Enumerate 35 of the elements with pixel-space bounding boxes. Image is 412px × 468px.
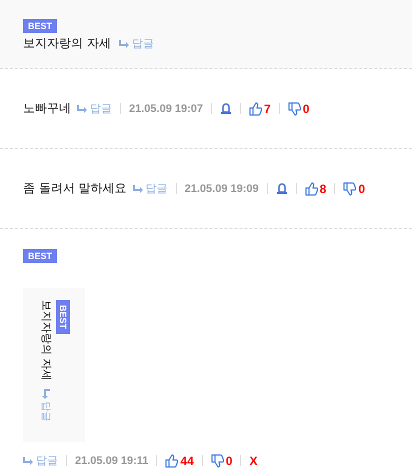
comment-text: 좀 돌려서 말하세요 bbox=[23, 180, 127, 197]
best-badge: BEST bbox=[23, 249, 58, 263]
comment-text: 보지자랑의 자세 bbox=[39, 300, 54, 380]
thumbs-down-icon[interactable] bbox=[210, 454, 224, 468]
delete-button[interactable]: X bbox=[249, 454, 258, 468]
reply-link[interactable]: 답글 bbox=[118, 36, 154, 51]
bell-icon[interactable] bbox=[276, 182, 288, 194]
reply-arrow-icon bbox=[77, 104, 88, 112]
reply-arrow-icon bbox=[23, 456, 34, 464]
best-badge: BEST bbox=[23, 19, 58, 33]
comment-text: 보지자랑의 자세 bbox=[23, 35, 111, 52]
like-count: 44 bbox=[180, 454, 194, 468]
dislike-count: 0 bbox=[226, 454, 232, 468]
comment-text: 노빠꾸네 bbox=[23, 100, 71, 117]
like-count: 7 bbox=[264, 102, 271, 116]
thumbs-up-icon[interactable] bbox=[304, 182, 318, 196]
bell-icon[interactable] bbox=[220, 102, 232, 114]
comment-date: 21.05.09 19:09 bbox=[184, 182, 259, 194]
reply-arrow-icon bbox=[132, 184, 144, 192]
reply-link[interactable]: 답글 bbox=[40, 388, 54, 422]
comment-date: 21.05.09 19:07 bbox=[129, 102, 204, 114]
thumbs-down-icon[interactable] bbox=[288, 102, 301, 116]
thumbs-down-icon[interactable] bbox=[343, 182, 356, 196]
thumbs-up-icon[interactable] bbox=[249, 102, 262, 116]
reply-link[interactable]: 답글 bbox=[77, 101, 112, 116]
best-badge: BEST bbox=[56, 300, 70, 334]
reply-arrow-icon bbox=[42, 388, 50, 400]
dislike-count: 0 bbox=[358, 182, 366, 196]
reply-link[interactable]: 답글 bbox=[23, 453, 58, 468]
reply-link[interactable]: 답글 bbox=[132, 181, 168, 196]
like-count: 8 bbox=[320, 182, 326, 196]
dislike-count: 0 bbox=[302, 102, 310, 116]
comment-date: 21.05.09 19:11 bbox=[75, 454, 148, 466]
reply-arrow-icon bbox=[118, 40, 130, 48]
thumbs-up-icon[interactable] bbox=[165, 454, 178, 468]
